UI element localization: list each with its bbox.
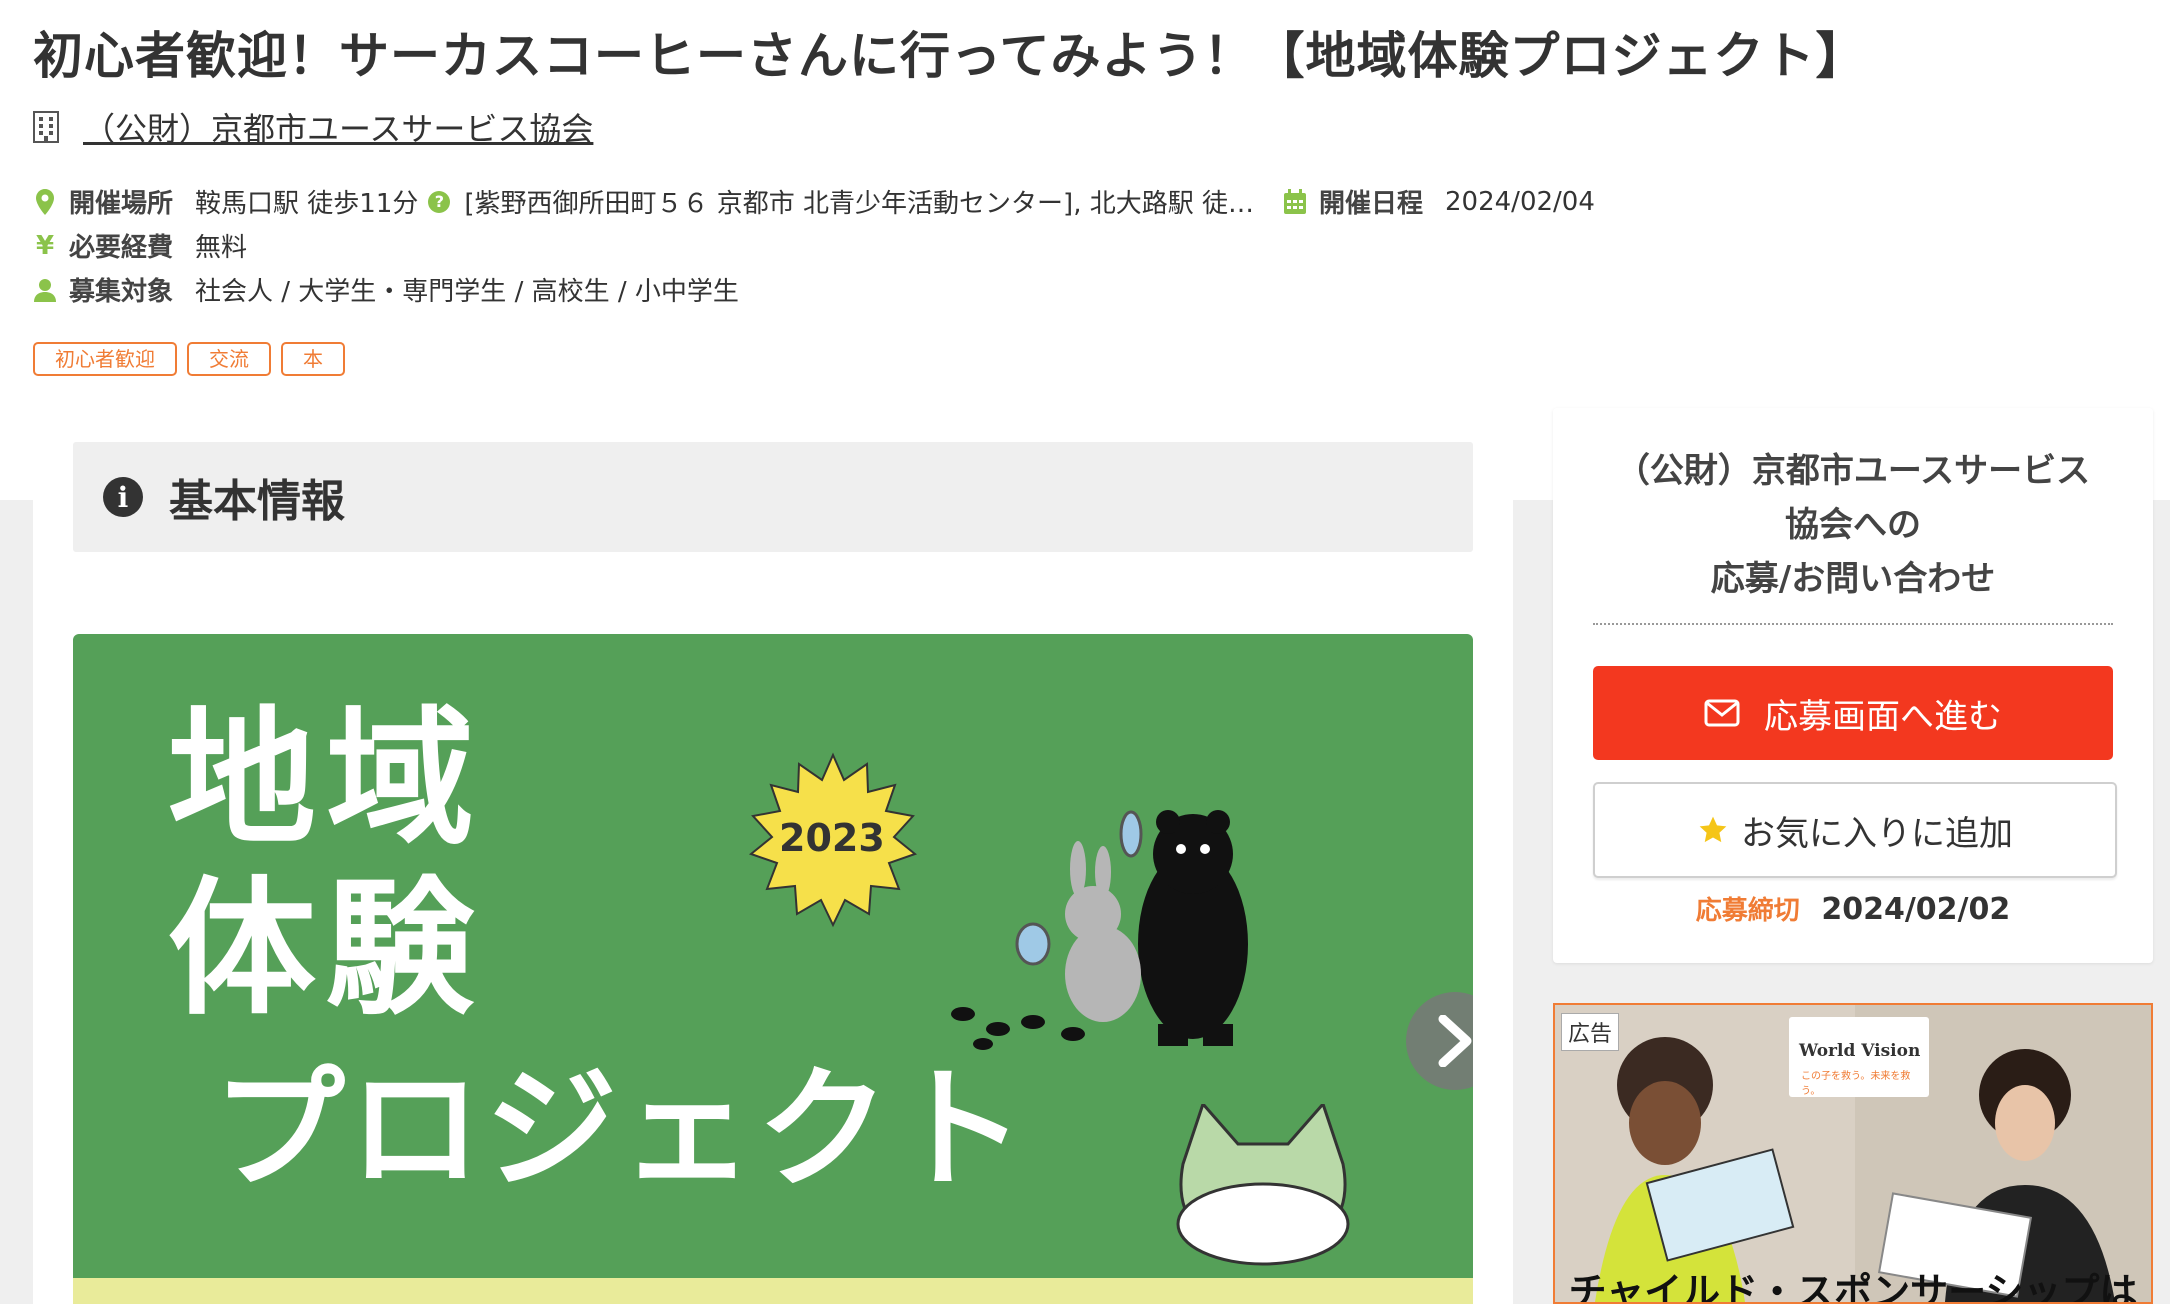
date-row: 開催日程 2024/02/04 bbox=[1283, 183, 1595, 220]
location-value: 鞍馬口駅 徒歩11分 bbox=[195, 189, 419, 219]
cat-mascot-illustration bbox=[1176, 1104, 1350, 1266]
building-icon bbox=[33, 111, 59, 143]
tag-item[interactable]: 交流 bbox=[187, 342, 271, 376]
slider-next-button[interactable] bbox=[1406, 992, 1473, 1090]
favorite-button[interactable]: お気に入りに追加 bbox=[1593, 782, 2117, 878]
hero-text-line2: 体験 bbox=[168, 861, 484, 1035]
sidebar-title-line: 応募/お問い合わせ bbox=[1710, 559, 1996, 599]
yen-icon: ¥ bbox=[35, 230, 55, 261]
basic-info-header: i 基本情報 bbox=[73, 442, 1473, 552]
location-row: 開催場所 鞍馬口駅 徒歩11分 ? [紫野西御所田町５６ 京都市 北青少年活動セ… bbox=[33, 183, 1254, 220]
date-label: 開催日程 bbox=[1319, 189, 1424, 219]
deadline-row: 応募締切 2024/02/02 bbox=[1553, 890, 2153, 927]
world-vision-logo: World Vision この子を救う。未来を救う。 bbox=[1789, 1017, 1929, 1097]
sidebar-title-line: （公財）京都市ユースサービス bbox=[1615, 451, 2091, 491]
target-row: 募集対象 社会人 / 大学生・専門学生 / 高校生 / 小中学生 bbox=[33, 271, 739, 308]
apply-button[interactable]: 応募画面へ進む bbox=[1593, 666, 2113, 760]
chevron-right-icon bbox=[1438, 1015, 1472, 1067]
target-value: 社会人 / 大学生・専門学生 / 高校生 / 小中学生 bbox=[195, 277, 739, 307]
image-slider[interactable]: 地域 体験 プロジェクト 2023 bbox=[73, 634, 1473, 1304]
tag-item[interactable]: 初心者歓迎 bbox=[33, 342, 177, 376]
location-extra: [紫野西御所田町５６ 京都市 北青少年活動センター], 北大路駅 徒… bbox=[464, 189, 1254, 219]
ad-brand-name: World Vision bbox=[1799, 1041, 1921, 1061]
envelope-icon bbox=[1704, 699, 1740, 727]
tag-list: 初心者歓迎 交流 本 bbox=[33, 342, 345, 376]
hero-text-line3: プロジェクト bbox=[213, 1052, 1029, 1207]
ad-brand-sub: この子を救う。未来を救う。 bbox=[1801, 1071, 1911, 1097]
cost-row: ¥ 必要経費 無料 bbox=[33, 227, 247, 264]
help-icon[interactable]: ? bbox=[428, 190, 451, 213]
user-icon bbox=[33, 276, 57, 304]
basic-info-title: 基本情報 bbox=[169, 476, 345, 527]
cost-label: 必要経費 bbox=[69, 233, 174, 263]
info-icon: i bbox=[103, 477, 143, 517]
slider-bottom-band bbox=[73, 1278, 1473, 1304]
tag-item[interactable]: 本 bbox=[281, 342, 345, 376]
sidebar-title: （公財）京都市ユースサービス 協会への 応募/お問い合わせ bbox=[1553, 444, 2153, 606]
cost-value: 無料 bbox=[195, 233, 248, 263]
organizer-row: （公財）京都市ユースサービス協会 bbox=[33, 104, 593, 150]
ad-badge: 広告 bbox=[1561, 1013, 1620, 1051]
calendar-icon bbox=[1283, 188, 1307, 216]
star-icon bbox=[1699, 816, 1727, 843]
contact-sidebar: （公財）京都市ユースサービス 協会への 応募/お問い合わせ 応募画面へ進む お気… bbox=[1553, 408, 2153, 963]
page-title: 初心者歓迎！サーカスコーヒーさんに行ってみよう！【地域体験プロジェクト】 bbox=[33, 27, 1867, 85]
year-badge-text: 2023 bbox=[779, 816, 885, 860]
map-pin-icon bbox=[33, 188, 57, 216]
animal-mascots-illustration bbox=[951, 810, 1248, 1050]
organizer-link[interactable]: （公財）京都市ユースサービス協会 bbox=[83, 104, 593, 150]
deadline-value: 2024/02/02 bbox=[1821, 892, 2011, 927]
ad-caption: チャイルド・スポンサーシップは bbox=[1568, 1270, 2138, 1304]
favorite-button-label: お気に入りに追加 bbox=[1741, 813, 2013, 854]
advertisement-banner[interactable]: 広告 World Vision この子を救う。未来を救う。 チャイルド・スポンサ… bbox=[1553, 1003, 2153, 1304]
sidebar-title-line: 協会への bbox=[1785, 505, 1921, 545]
location-label: 開催場所 bbox=[69, 189, 174, 219]
sidebar-divider bbox=[1593, 623, 2113, 625]
deadline-label: 応募締切 bbox=[1695, 896, 1800, 926]
date-value: 2024/02/04 bbox=[1445, 186, 1595, 217]
main-content-card: i 基本情報 地域 体験 プロジェクト 2023 bbox=[33, 408, 1513, 1304]
apply-button-label: 応募画面へ進む bbox=[1764, 696, 2002, 737]
hero-text-line1: 地域 bbox=[168, 691, 484, 865]
target-label: 募集対象 bbox=[69, 277, 174, 307]
